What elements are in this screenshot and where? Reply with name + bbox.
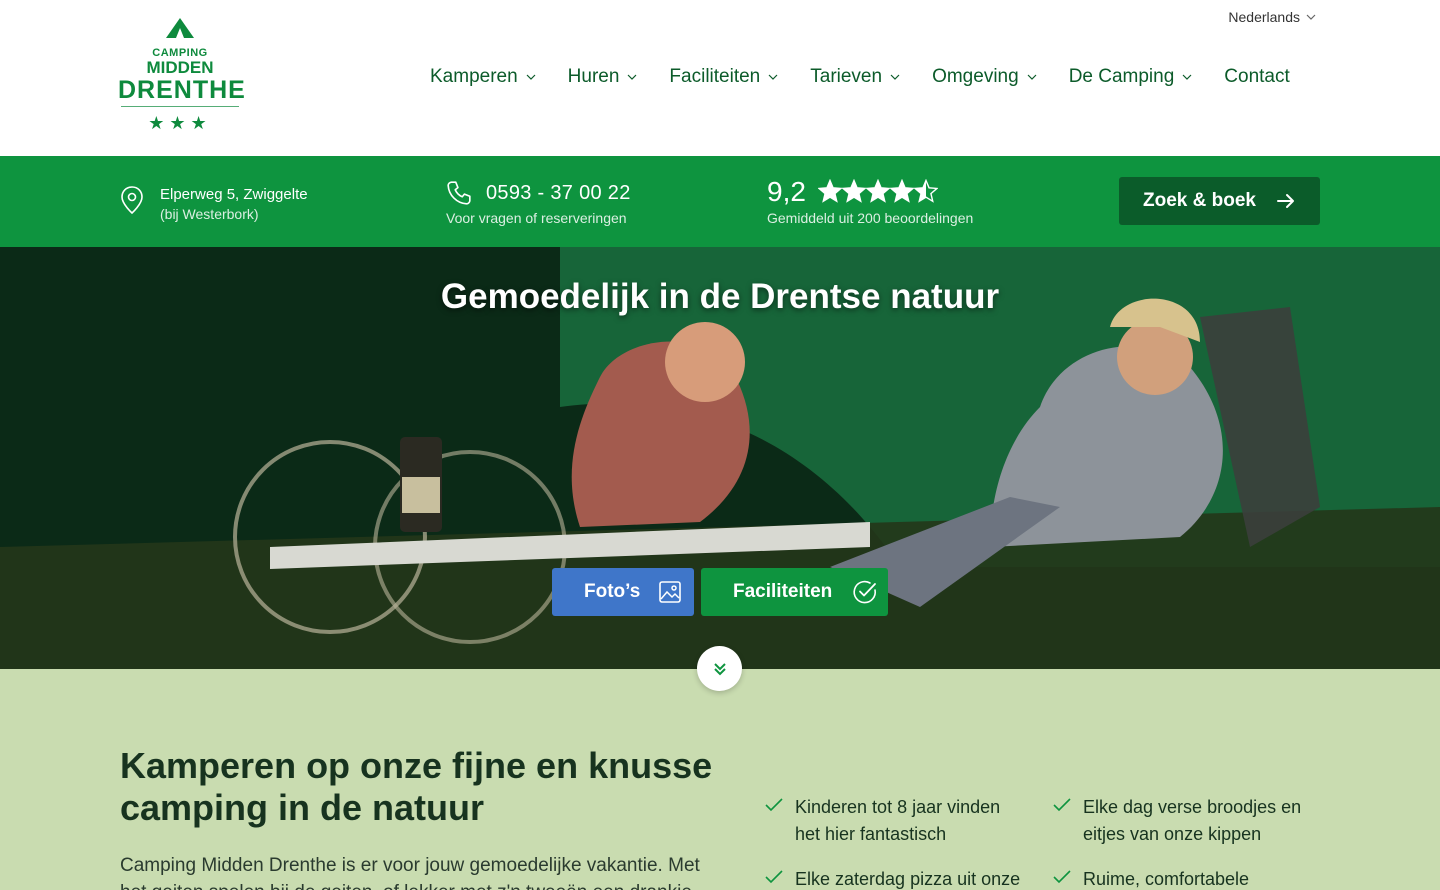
chevron-down-icon <box>1182 74 1192 80</box>
rating-score: 9,2 <box>767 176 806 207</box>
intro-title: Kamperen op onze fijne en knusse camping… <box>120 745 713 828</box>
usp-item: Elke dag verse broodjes en eitjes van on… <box>1053 794 1313 848</box>
rating-star <box>865 179 891 203</box>
scroll-down-button[interactable] <box>697 646 742 691</box>
usp-item: Elke zaterdag pizza uit onze <box>765 866 1025 890</box>
nav-item-omgeving[interactable]: Omgeving <box>932 66 1037 88</box>
nav-item-label: Contact <box>1224 66 1290 87</box>
chevron-down-icon <box>768 74 778 80</box>
usp-item: Ruime, comfortabele <box>1053 866 1313 890</box>
image-icon <box>659 581 681 603</box>
nav-item-faciliteiten[interactable]: Faciliteiten <box>669 66 778 88</box>
chevron-down-icon <box>627 74 637 80</box>
rating-star <box>841 179 867 203</box>
check-circle-icon <box>853 580 876 604</box>
facilities-button[interactable]: Faciliteiten <box>701 568 888 616</box>
phone-sub: Voor vragen of reserveringen <box>446 210 627 226</box>
chevron-down-icon <box>1027 74 1037 80</box>
chevron-down-icon <box>526 74 536 80</box>
phone-icon <box>447 181 471 205</box>
tent-icon <box>166 18 194 38</box>
rating-stars <box>817 179 938 203</box>
nav-item-kamperen[interactable]: Kamperen <box>430 66 536 88</box>
facilities-button-label: Faciliteiten <box>733 581 833 602</box>
photos-button-label: Foto’s <box>584 581 641 602</box>
check-icon <box>1053 870 1071 884</box>
rating-block: 9,2 Gemiddeld uit 200 beoordelingen <box>767 176 973 226</box>
chevron-down-icon <box>890 74 900 80</box>
logo-line3: DRENTHE <box>118 76 246 104</box>
usp-text: Kinderen tot 8 jaar vinden het hier fant… <box>795 797 1001 844</box>
address-line: Elperweg 5, Zwiggelte <box>160 186 308 203</box>
map-pin-icon <box>121 186 143 214</box>
nav-item-label: Faciliteiten <box>669 66 761 87</box>
language-label: Nederlands <box>1228 9 1300 25</box>
address-block: Elperweg 5, Zwiggelte (bij Westerbork) <box>120 186 308 222</box>
logo-line2: MIDDEN <box>146 58 214 77</box>
usp-item: Kinderen tot 8 jaar vinden het hier fant… <box>765 794 1025 848</box>
rating-star <box>817 179 843 203</box>
logo-divider <box>121 106 239 107</box>
site-logo[interactable]: CAMPING MIDDEN DRENTHE ★★★ <box>118 18 246 140</box>
nav-item-label: Kamperen <box>430 66 518 87</box>
check-icon <box>1053 798 1071 812</box>
chevron-down-icon <box>1306 14 1316 20</box>
address-sub: (bij Westerbork) <box>160 206 259 222</box>
rating-star <box>889 179 915 203</box>
photos-button[interactable]: Foto’s <box>552 568 694 616</box>
logo-stars: ★★★ <box>148 113 212 133</box>
nav-item-label: Omgeving <box>932 66 1019 87</box>
intro-text: Camping Midden Drenthe is er voor jouw g… <box>120 855 700 890</box>
nav-item-tarieven[interactable]: Tarieven <box>810 66 900 88</box>
chevrons-down-icon <box>713 662 726 675</box>
check-icon <box>765 798 783 812</box>
usp-text: Ruime, comfortabele <box>1083 869 1250 889</box>
nav-item-label: De Camping <box>1068 66 1175 87</box>
book-button[interactable]: Zoek & boek <box>1119 177 1320 225</box>
nav-item-huren[interactable]: Huren <box>568 66 638 88</box>
phone-block[interactable]: 0593 - 37 00 22 Voor vragen of reserveri… <box>446 180 631 226</box>
check-icon <box>765 870 783 884</box>
nav-item-label: Tarieven <box>810 66 883 87</box>
nav-item-de-camping[interactable]: De Camping <box>1069 66 1193 88</box>
language-selector[interactable]: Nederlands <box>1228 9 1316 25</box>
rating-sub: Gemiddeld uit 200 beoordelingen <box>767 210 974 226</box>
book-button-label: Zoek & boek <box>1143 190 1256 211</box>
hero-title: Gemoedelijk in de Drentse natuur <box>440 277 1000 316</box>
phone-number[interactable]: 0593 - 37 00 22 <box>486 182 631 205</box>
main-nav: Kamperen Huren Faciliteiten Tarieven Omg… <box>430 66 1290 88</box>
nav-item-contact[interactable]: Contact <box>1224 66 1289 88</box>
arrow-right-icon <box>1276 194 1294 208</box>
usp-text: Elke dag verse broodjes en eitjes van on… <box>1083 797 1302 844</box>
usp-text: Elke zaterdag pizza uit onze <box>795 869 1021 889</box>
nav-item-label: Huren <box>567 66 620 87</box>
site-header: CAMPING MIDDEN DRENTHE ★★★ Nederlands Ka… <box>0 0 1440 156</box>
